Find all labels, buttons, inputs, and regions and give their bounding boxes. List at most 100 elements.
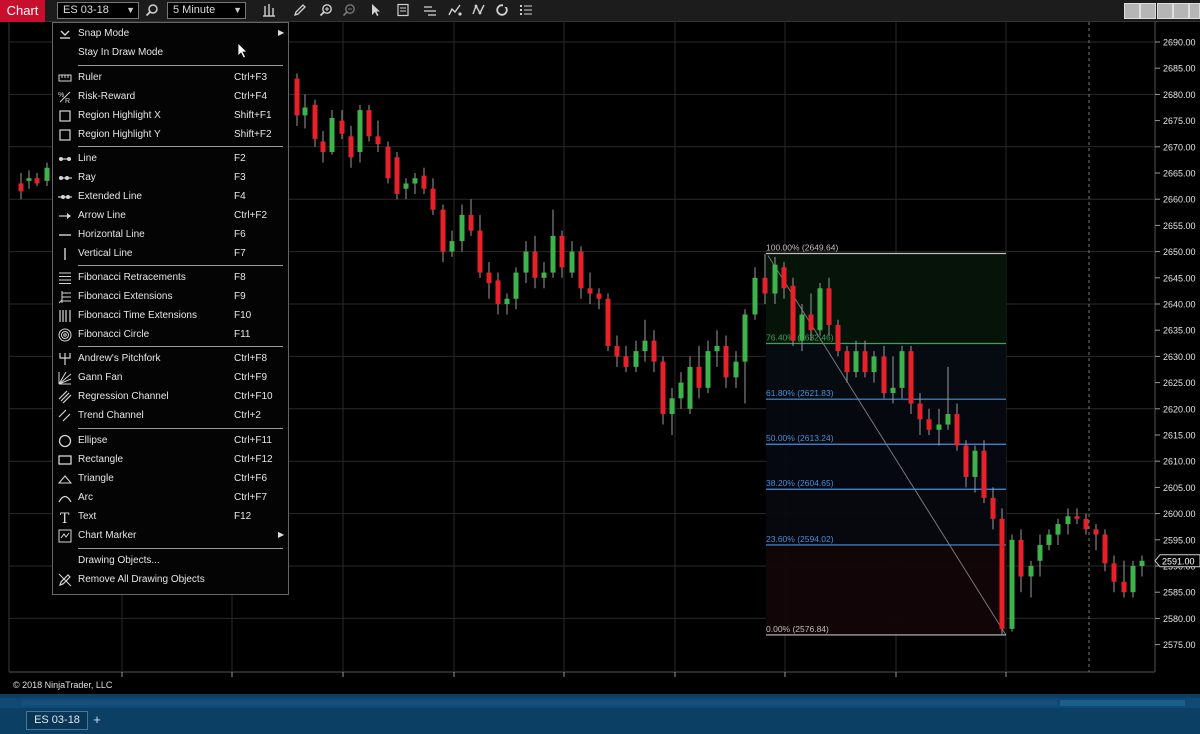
menu-item-ruler[interactable]: Ruler Ctrl+F3	[53, 69, 288, 88]
menu-item-remove-all-drawing-objects[interactable]: Remove All Drawing Objects	[53, 571, 288, 590]
horizontal-line-icon	[56, 227, 74, 244]
candle-down	[781, 267, 787, 289]
menu-item-label: Arrow Line	[78, 210, 126, 221]
data-box-icon[interactable]	[393, 1, 413, 21]
menu-item-region-highlight-y[interactable]: Region Highlight Y Shift+F2	[53, 126, 288, 145]
zoom-out-icon[interactable]	[339, 1, 359, 21]
menu-item-gann-fan[interactable]: Gann Fan Ctrl+F9	[53, 369, 288, 388]
candle-up	[945, 414, 951, 425]
candle-up	[459, 214, 465, 242]
window-button-2[interactable]	[1140, 3, 1156, 19]
candle-up	[513, 272, 519, 299]
menu-item-fibonacci-time-extensions[interactable]: Fibonacci Time Extensions F10	[53, 307, 288, 326]
bar-type-icon[interactable]	[259, 1, 279, 21]
menu-item-text[interactable]: T Text F12	[53, 508, 288, 527]
menu-item-fibonacci-extensions[interactable]: Fibonacci Extensions F9	[53, 288, 288, 307]
menu-item-risk-reward[interactable]: % R Risk-Reward Ctrl+F4	[53, 88, 288, 107]
menu-item-extended-line[interactable]: Extended Line F4	[53, 188, 288, 207]
menu-item-arrow-line[interactable]: Arrow Line Ctrl+F2	[53, 207, 288, 226]
candle-down	[578, 251, 584, 289]
interval-selector[interactable]: 5 Minute ▼	[167, 2, 246, 19]
candle-down	[908, 351, 914, 404]
menu-item-horizontal-line[interactable]: Horizontal Line F6	[53, 226, 288, 245]
chart-title-tab[interactable]: Chart	[0, 0, 45, 22]
price-axis-label: 2665.00	[1163, 169, 1196, 179]
candle-down	[440, 209, 446, 252]
menu-item-shortcut: Ctrl+F7	[234, 492, 268, 503]
price-axis-label: 2610.00	[1163, 457, 1196, 467]
submenu-arrow-icon: ▶	[278, 28, 285, 37]
candle-down	[790, 285, 796, 341]
menu-item-region-highlight-x[interactable]: Region Highlight X Shift+F1	[53, 107, 288, 126]
candle-down	[430, 188, 436, 210]
menu-item-arc[interactable]: Arc Ctrl+F7	[53, 489, 288, 508]
instrument-tab[interactable]: ES 03-18	[26, 711, 88, 730]
menu-separator	[78, 548, 283, 549]
menu-item-rectangle[interactable]: Rectangle Ctrl+F12	[53, 451, 288, 470]
region-highlight-y-icon	[56, 127, 74, 144]
price-axis-label: 2600.00	[1163, 509, 1196, 519]
menu-item-triangle[interactable]: Triangle Ctrl+F6	[53, 470, 288, 489]
menu-separator	[78, 65, 283, 66]
price-axis-label: 2675.00	[1163, 116, 1196, 126]
candle-up	[752, 277, 758, 315]
menu-item-trend-channel[interactable]: Trend Channel Ctrl+2	[53, 407, 288, 426]
price-axis-label: 2670.00	[1163, 142, 1196, 152]
drawing-tool-pencil-icon[interactable]	[290, 1, 310, 21]
menu-item-shortcut: Ctrl+F9	[234, 372, 268, 383]
indicators-icon[interactable]	[445, 1, 465, 21]
triangle-icon	[56, 471, 74, 488]
menu-item-andrew-s-pitchfork[interactable]: Andrew's Pitchfork Ctrl+F8	[53, 350, 288, 369]
menu-item-label: Stay In Draw Mode	[78, 47, 164, 58]
zoom-in-icon[interactable]	[316, 1, 336, 21]
maximize-icon[interactable]	[1173, 3, 1189, 19]
menu-item-fibonacci-circle[interactable]: Fibonacci Circle F11	[53, 326, 288, 345]
strategies-icon[interactable]	[469, 1, 489, 21]
candle-up	[569, 251, 575, 273]
menu-item-regression-channel[interactable]: Regression Channel Ctrl+F10	[53, 388, 288, 407]
instrument-selector[interactable]: ES 03-18 ▼	[57, 2, 139, 19]
menu-item-fibonacci-retracements[interactable]: Fibonacci Retracements F8	[53, 269, 288, 288]
menu-item-snap-mode[interactable]: Snap Mode ▶	[53, 25, 288, 44]
regression-channel-icon	[56, 389, 74, 406]
menu-item-line[interactable]: Line F2	[53, 150, 288, 169]
refresh-icon[interactable]	[492, 1, 512, 21]
menu-separator	[78, 346, 283, 347]
candle-down	[696, 366, 702, 388]
close-icon[interactable]	[1189, 3, 1200, 19]
candle-down	[559, 235, 565, 268]
crosshair-icon[interactable]	[420, 1, 440, 21]
candle-down	[1102, 534, 1108, 564]
candle-down	[468, 214, 474, 231]
window-button-1[interactable]	[1124, 3, 1140, 19]
candle-up	[329, 117, 335, 153]
menu-separator	[78, 265, 283, 266]
candle-down	[1111, 563, 1117, 582]
pointer-icon[interactable]	[366, 1, 386, 21]
price-axis-label: 2580.00	[1163, 614, 1196, 624]
candle-down	[421, 175, 427, 189]
menu-item-vertical-line[interactable]: Vertical Line F7	[53, 245, 288, 264]
scrollbar-thumb[interactable]	[1060, 700, 1185, 706]
menu-item-ellipse[interactable]: Ellipse Ctrl+F11	[53, 432, 288, 451]
menu-item-stay-in-draw-mode[interactable]: Stay In Draw Mode	[53, 44, 288, 63]
ruler-icon	[56, 70, 74, 87]
candle-down	[495, 280, 501, 304]
properties-list-icon[interactable]	[516, 1, 536, 21]
scrollbar-track[interactable]	[22, 700, 1057, 706]
candle-up	[1065, 516, 1071, 525]
candle-up	[742, 314, 748, 362]
menu-item-ray[interactable]: Ray F3	[53, 169, 288, 188]
candle-up	[302, 107, 308, 116]
candle-down	[723, 345, 729, 378]
ray-icon	[56, 170, 74, 187]
candle-down	[587, 288, 593, 294]
menu-item-chart-marker[interactable]: Chart Marker ▶	[53, 527, 288, 546]
instrument-search-icon[interactable]	[142, 1, 162, 21]
menu-item-label: Vertical Line	[78, 248, 133, 259]
add-tab-button[interactable]: +	[90, 711, 104, 730]
candle-up	[733, 361, 739, 378]
candle-down	[312, 104, 318, 139]
menu-item-drawing-objects[interactable]: Drawing Objects...	[53, 552, 288, 571]
minimize-icon[interactable]	[1157, 3, 1173, 19]
